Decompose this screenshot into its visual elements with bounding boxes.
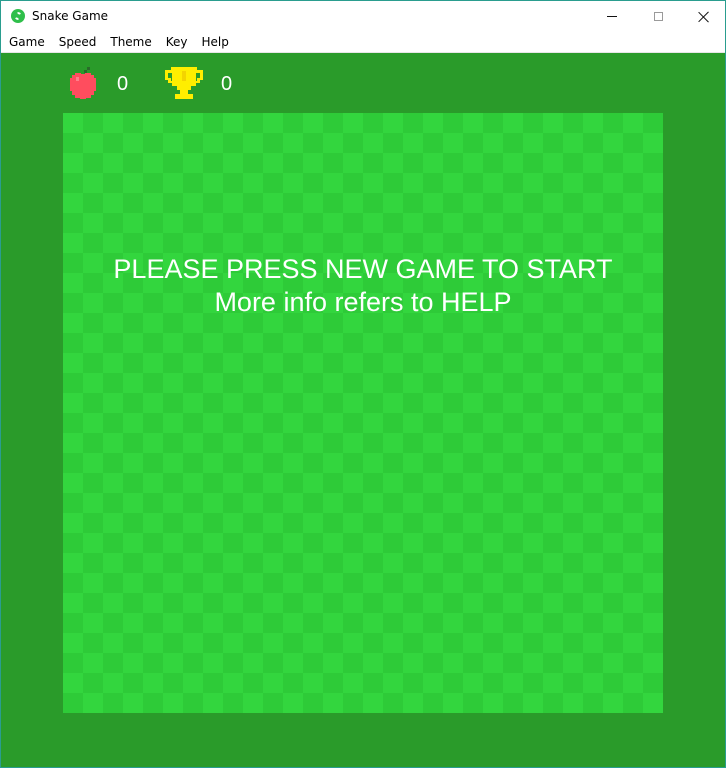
close-icon [698,11,710,23]
snake-game-window: Snake Game Game Speed Theme Key Help 0 0 [0,0,726,768]
close-button[interactable] [681,1,725,32]
menu-help[interactable]: Help [195,32,236,52]
minimize-icon [607,16,617,17]
title-bar[interactable]: Snake Game [1,1,725,32]
menu-game[interactable]: Game [1,32,52,52]
maximize-button[interactable] [635,1,681,32]
game-board[interactable]: PLEASE PRESS NEW GAME TO START More info… [63,113,663,713]
maximize-icon [653,12,663,21]
apple-icon [70,67,96,99]
apple-count: 0 [117,73,129,95]
menu-speed[interactable]: Speed [52,32,104,52]
window-title: Snake Game [32,9,109,23]
menu-bar: Game Speed Theme Key Help [1,32,725,52]
trophy-icon [165,67,203,99]
start-message: PLEASE PRESS NEW GAME TO START More info… [63,253,663,319]
menu-key[interactable]: Key [159,32,195,52]
start-message-line2: More info refers to HELP [214,287,512,317]
game-area: 0 0 PLEASE PRESS NEW GAME TO START More … [1,53,725,767]
menu-theme[interactable]: Theme [103,32,158,52]
snake-app-icon [11,9,25,23]
minimize-button[interactable] [589,1,635,32]
best-score: 0 [221,73,233,95]
start-message-line1: PLEASE PRESS NEW GAME TO START [113,254,613,284]
